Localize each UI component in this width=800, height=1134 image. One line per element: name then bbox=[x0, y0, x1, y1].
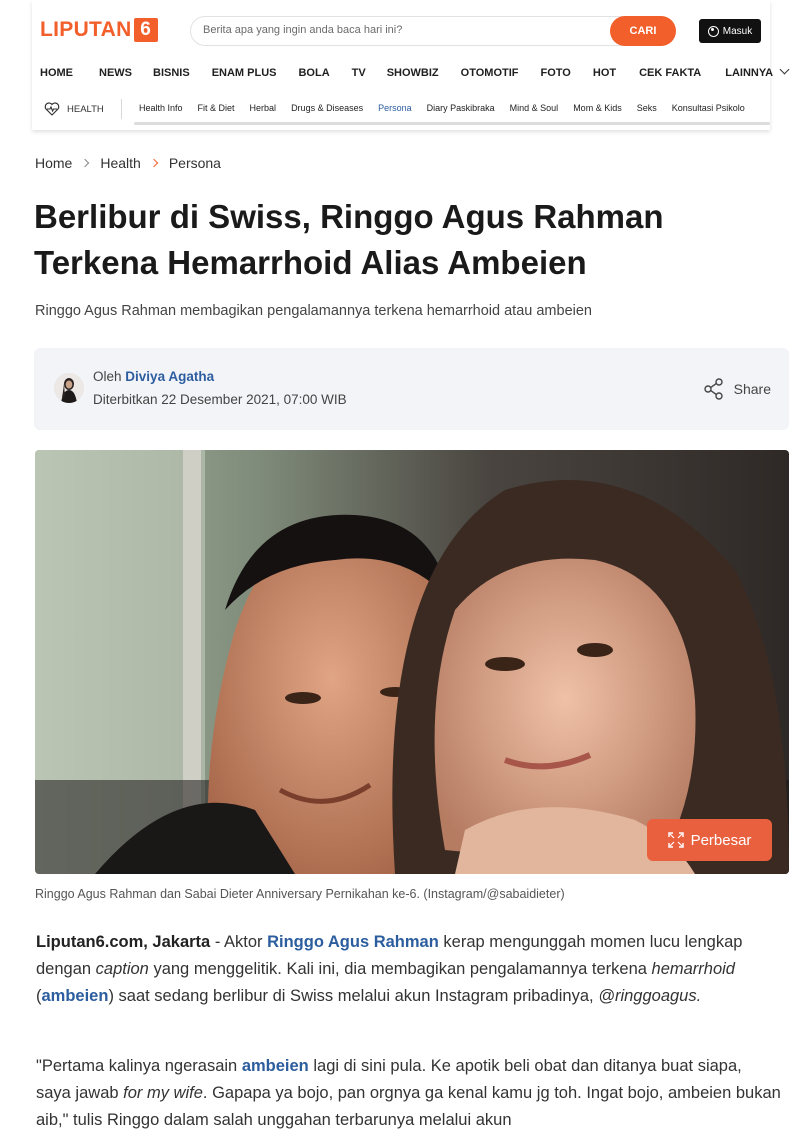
article-title: Berlibur di Swiss, Ringgo Agus Rahman Te… bbox=[34, 194, 774, 286]
author-card: Oleh Diviya Agatha Diterbitkan 22 Desemb… bbox=[34, 348, 789, 430]
sub-item-konsultasi-psikolog[interactable]: Konsultasi Psikolo bbox=[672, 103, 745, 113]
photo-caption: Ringgo Agus Rahman dan Sabai Dieter Anni… bbox=[35, 887, 565, 901]
section-health[interactable]: HEALTH bbox=[44, 102, 104, 116]
sub-item-herbal[interactable]: Herbal bbox=[250, 103, 277, 113]
instagram-handle: @ringgoagus. bbox=[598, 987, 702, 1005]
nav-item-bisnis[interactable]: BISNIS bbox=[153, 67, 190, 79]
article-paragraph: Liputan6.com, Jakarta - Aktor Ringgo Agu… bbox=[36, 929, 781, 1010]
share-icon bbox=[703, 378, 723, 400]
login-button[interactable]: Masuk bbox=[699, 19, 761, 43]
search-box bbox=[190, 16, 674, 46]
tag-link-ringgo[interactable]: Ringgo Agus Rahman bbox=[267, 933, 439, 951]
sub-item-seks[interactable]: Seks bbox=[637, 103, 657, 113]
nav-item-news[interactable]: NEWS bbox=[99, 67, 132, 79]
site-logo[interactable]: LIPUTAN 6 bbox=[40, 17, 158, 43]
sub-item-diary-paskibraka[interactable]: Diary Paskibraka bbox=[427, 103, 495, 113]
logo-text: LIPUTAN bbox=[40, 18, 132, 41]
nav-item-foto[interactable]: FOTO bbox=[541, 67, 571, 79]
article-paragraph: "Pertama kalinya ngerasain ambeien lagi … bbox=[36, 1053, 781, 1134]
login-label: Masuk bbox=[722, 25, 753, 37]
sub-item-drugs-diseases[interactable]: Drugs & Diseases bbox=[291, 103, 363, 113]
italic-term: caption bbox=[95, 960, 149, 978]
sub-item-mind-soul[interactable]: Mind & Soul bbox=[510, 103, 559, 113]
italic-term: for my wife bbox=[123, 1084, 203, 1102]
text-segment: yang menggelitik. Kali ini, dia membagik… bbox=[148, 960, 652, 978]
enlarge-label: Perbesar bbox=[690, 831, 752, 849]
source-label: Liputan6.com, Jakarta bbox=[36, 933, 211, 951]
sub-item-persona[interactable]: Persona bbox=[378, 103, 412, 113]
text-segment: - Aktor bbox=[210, 933, 268, 951]
heart-pulse-icon bbox=[44, 102, 60, 116]
sub-nav-scrollbar[interactable] bbox=[134, 122, 770, 125]
avatar-image bbox=[54, 373, 84, 403]
sub-item-fit-diet[interactable]: Fit & Diet bbox=[198, 103, 235, 113]
breadcrumb-persona[interactable]: Persona bbox=[169, 155, 221, 171]
article-photo-image bbox=[35, 450, 789, 874]
article-lead: Ringgo Agus Rahman membagikan pengalaman… bbox=[35, 303, 592, 319]
nav-item-enam-plus[interactable]: ENAM PLUS bbox=[212, 67, 277, 79]
tag-link-ambeien[interactable]: ambeien bbox=[42, 987, 109, 1005]
nav-item-showbiz[interactable]: SHOWBIZ bbox=[387, 67, 439, 79]
italic-term: hemarrhoid bbox=[651, 960, 735, 978]
site-header: LIPUTAN 6 CARI Masuk HOME NEWS BISNIS EN… bbox=[32, 0, 790, 130]
nav-item-cek-fakta[interactable]: CEK FAKTA bbox=[639, 67, 701, 79]
nav-item-home[interactable]: HOME bbox=[40, 67, 73, 79]
sub-nav-items: Health Info Fit & Diet Herbal Drugs & Di… bbox=[139, 103, 745, 113]
chevron-down-icon bbox=[779, 64, 790, 75]
nav-item-lainnya-label: LAINNYA bbox=[725, 67, 774, 79]
sub-item-health-info[interactable]: Health Info bbox=[139, 103, 183, 113]
chevron-right-icon bbox=[149, 158, 159, 168]
breadcrumb-health[interactable]: Health bbox=[100, 155, 140, 171]
nav-item-tv[interactable]: TV bbox=[352, 67, 366, 79]
share-label: Share bbox=[733, 381, 771, 397]
title-line-2: Terkena Hemarrhoid Alias Ambeien bbox=[34, 244, 587, 281]
title-line-1: Berlibur di Swiss, Ringgo Agus Rahman bbox=[34, 198, 664, 235]
text-segment: ) saat sedang berlibur di Swiss melalui … bbox=[108, 987, 599, 1005]
breadcrumb: Home Health Persona bbox=[35, 155, 221, 171]
expand-icon bbox=[667, 832, 684, 848]
divider bbox=[121, 99, 122, 119]
share-button[interactable]: Share bbox=[703, 378, 771, 400]
published-date: Diterbitkan 22 Desember 2021, 07:00 WIB bbox=[93, 392, 347, 407]
author-name-link[interactable]: Diviya Agatha bbox=[125, 369, 214, 384]
tag-link-ambeien[interactable]: ambeien bbox=[242, 1057, 309, 1075]
logo-number: 6 bbox=[133, 18, 158, 42]
section-label: HEALTH bbox=[67, 103, 104, 115]
nav-item-hot[interactable]: HOT bbox=[593, 67, 616, 79]
main-nav: HOME NEWS BISNIS ENAM PLUS BOLA TV SHOWB… bbox=[40, 64, 790, 80]
author-line: Oleh Diviya Agatha bbox=[93, 369, 214, 384]
avatar[interactable] bbox=[54, 373, 84, 403]
search-button[interactable]: CARI bbox=[610, 16, 676, 46]
nav-item-bola[interactable]: BOLA bbox=[298, 67, 329, 79]
user-icon bbox=[707, 25, 719, 37]
nav-item-lainnya[interactable]: LAINNYA bbox=[725, 64, 790, 79]
breadcrumb-home[interactable]: Home bbox=[35, 155, 72, 171]
search-input[interactable] bbox=[203, 24, 603, 36]
sub-item-mom-kids[interactable]: Mom & Kids bbox=[573, 103, 622, 113]
chevron-right-icon bbox=[81, 158, 90, 168]
article-photo[interactable]: Perbesar bbox=[35, 450, 789, 874]
enlarge-button[interactable]: Perbesar bbox=[647, 819, 772, 861]
text-segment: "Pertama kalinya ngerasain bbox=[36, 1057, 242, 1075]
sub-nav: HEALTH Health Info Fit & Diet Herbal Dru… bbox=[32, 92, 770, 125]
nav-item-otomotif[interactable]: OTOMOTIF bbox=[461, 67, 519, 79]
by-prefix: Oleh bbox=[93, 369, 122, 384]
